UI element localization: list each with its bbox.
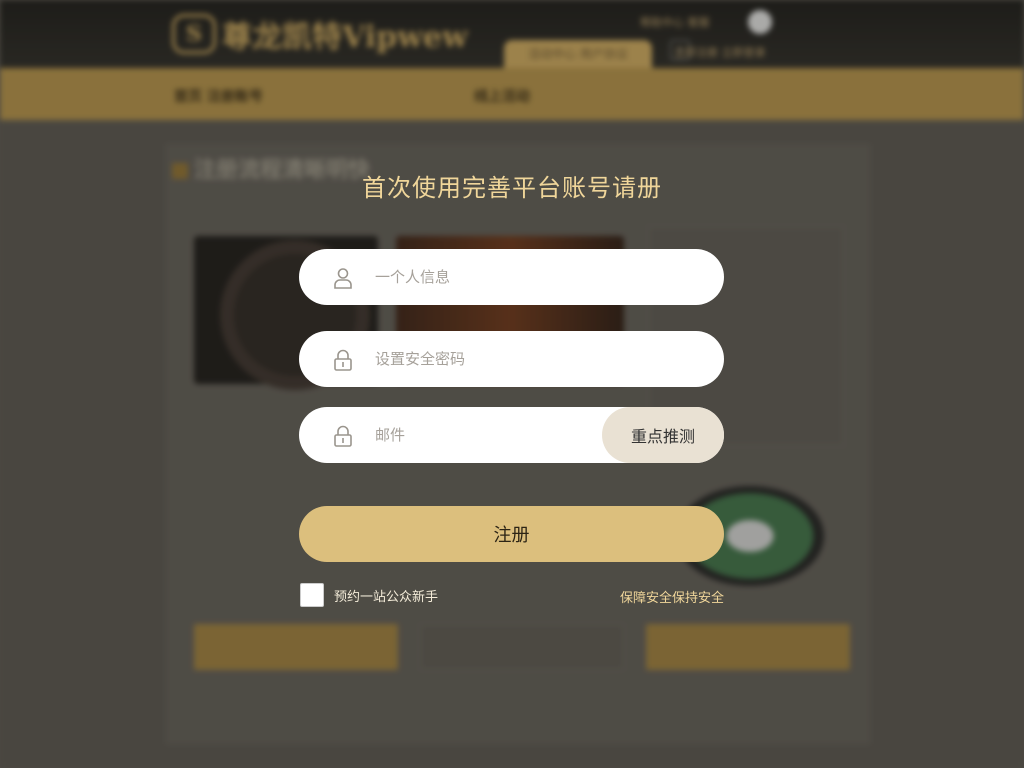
register-button[interactable]: 注册	[299, 506, 724, 562]
agree-label[interactable]: 预约一站公众新手	[334, 586, 438, 605]
password-input[interactable]	[375, 331, 655, 387]
user-icon	[334, 268, 352, 289]
email-action-button[interactable]: 重点推测	[602, 407, 724, 463]
lock-icon	[334, 425, 352, 447]
modal-title: 首次使用完善平台账号请册	[362, 174, 662, 202]
agree-checkbox[interactable]	[300, 583, 324, 607]
email-field[interactable]: 重点推测	[299, 407, 724, 463]
security-link[interactable]: 保障安全保持安全	[620, 587, 724, 606]
username-field[interactable]	[299, 249, 724, 305]
password-field[interactable]	[299, 331, 724, 387]
username-input[interactable]	[375, 249, 655, 305]
agree-row: 预约一站公众新手	[300, 583, 438, 607]
lock-icon	[334, 349, 352, 371]
